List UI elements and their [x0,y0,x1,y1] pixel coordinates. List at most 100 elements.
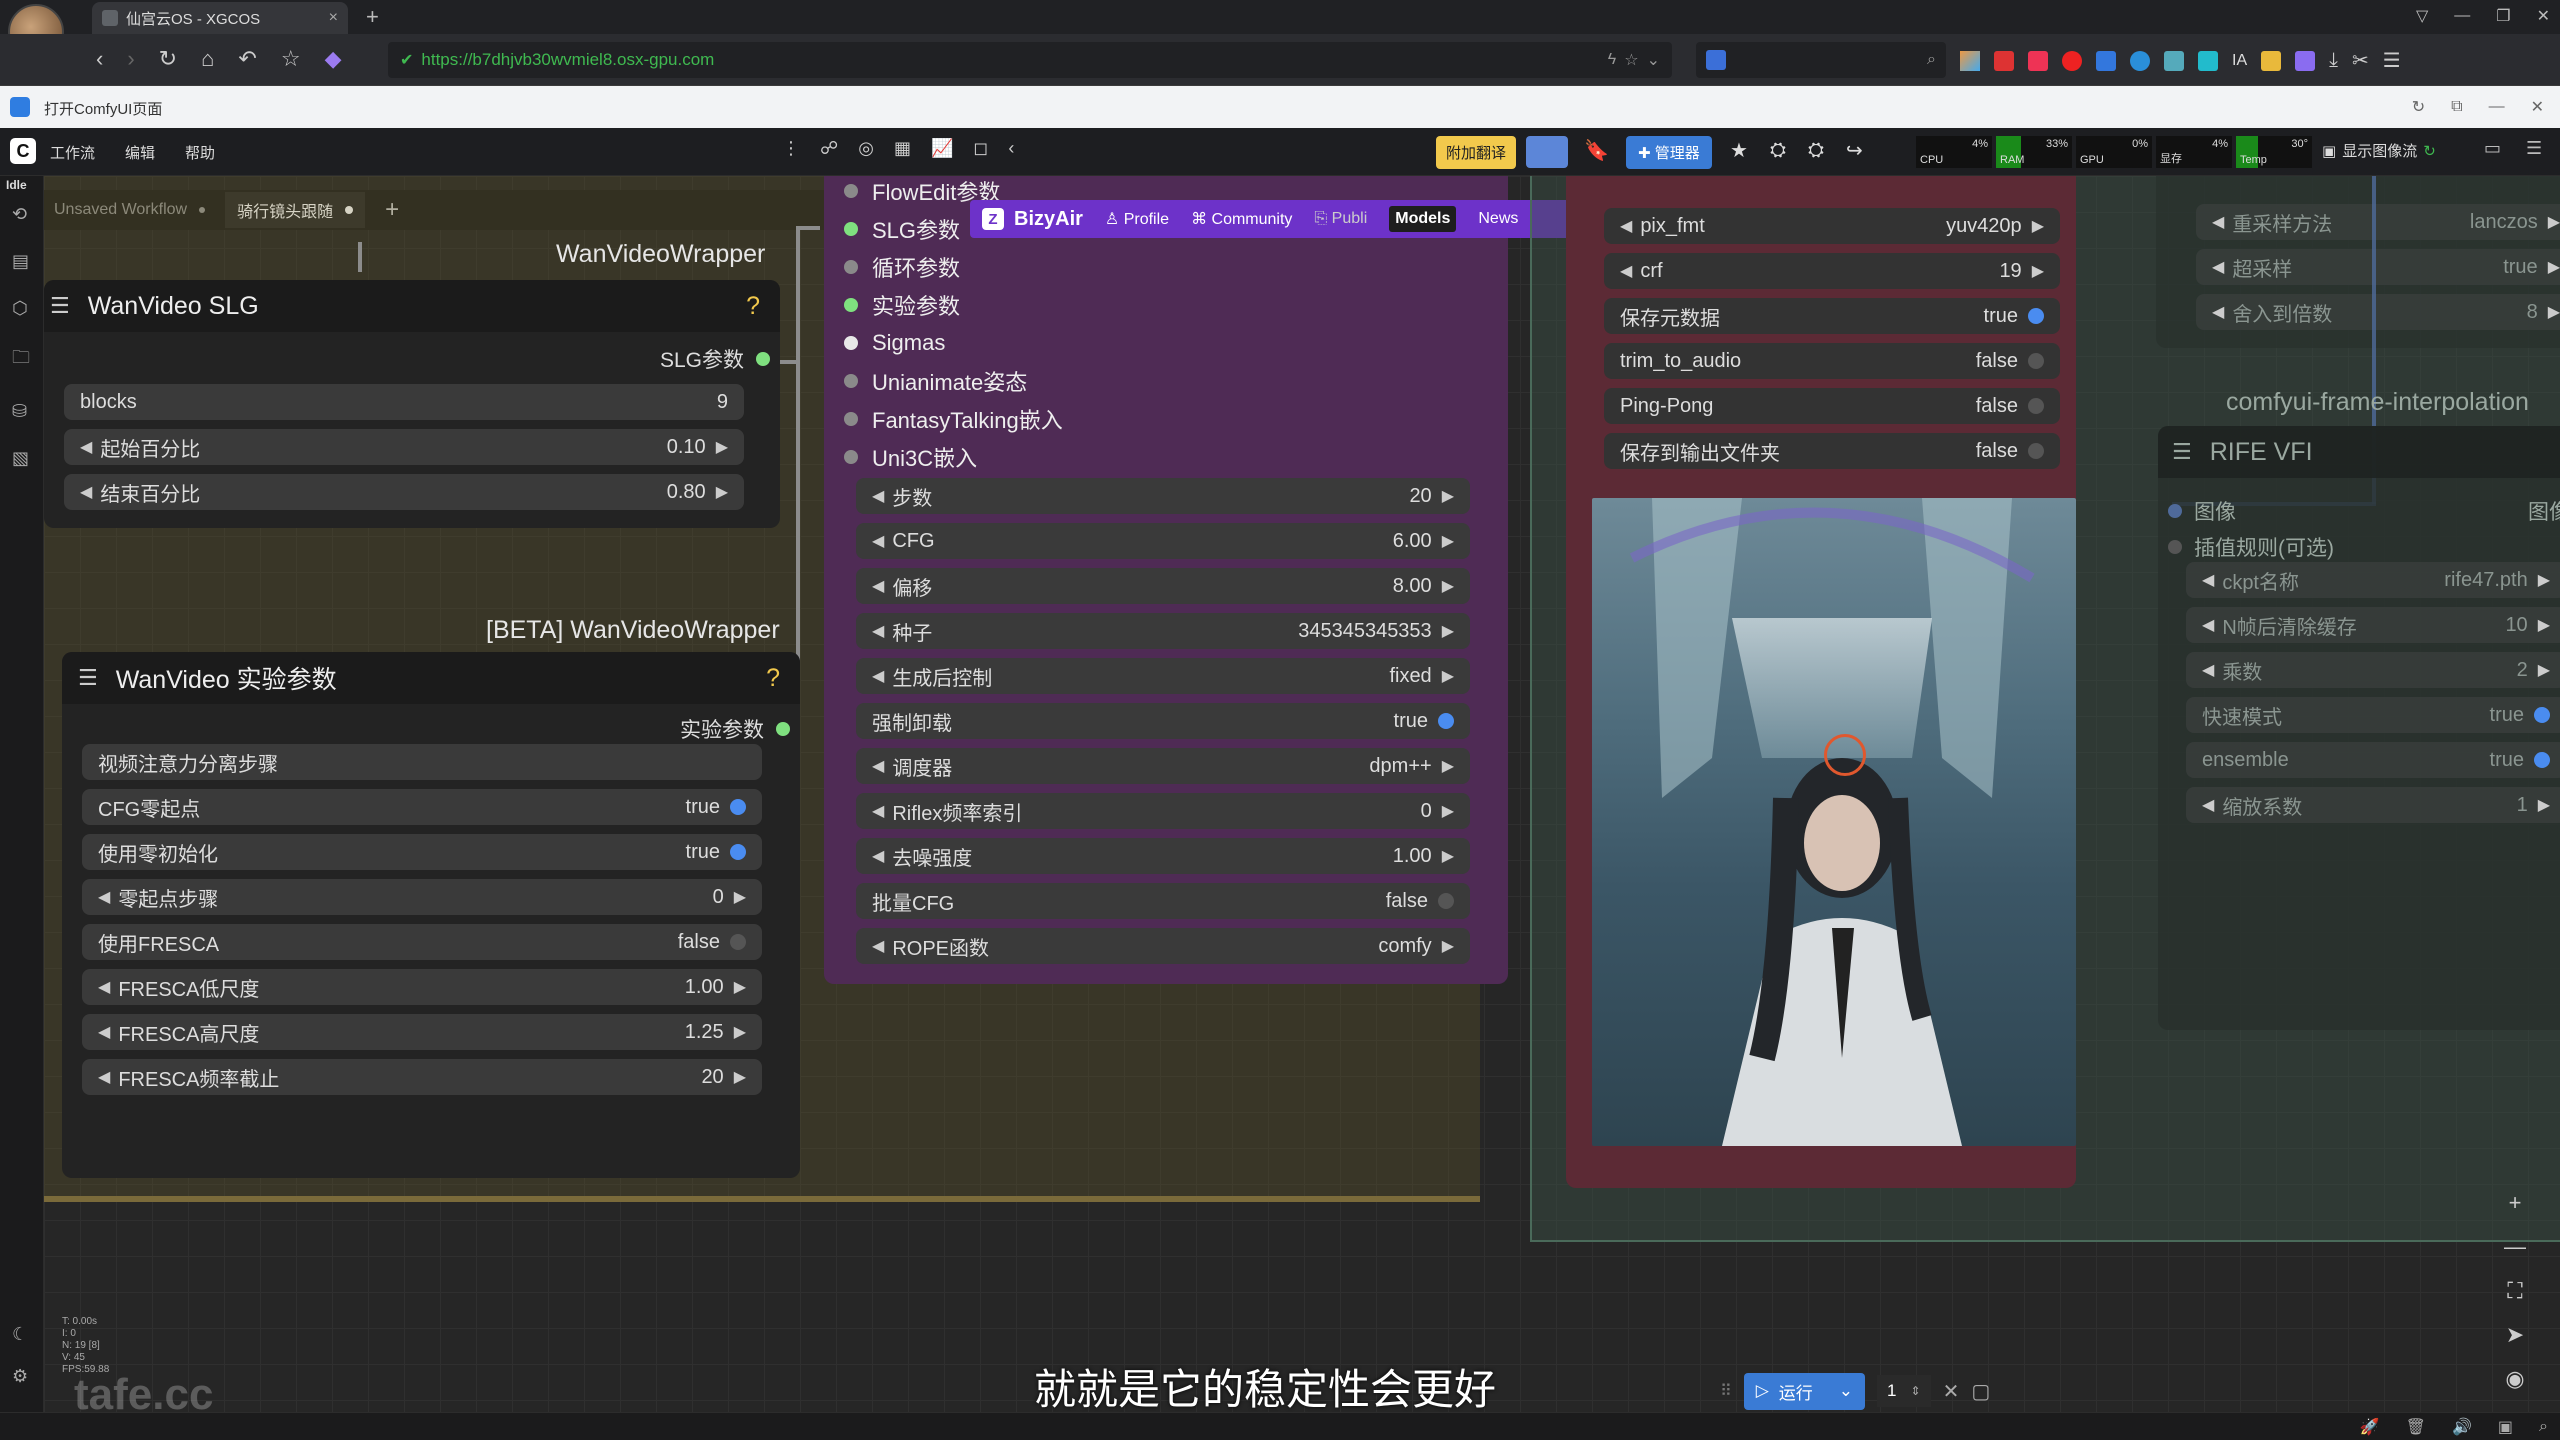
help-icon[interactable]: ? [766,664,780,693]
widget-row[interactable]: ◀ FRESCA高尺度 1.25 ▶ [82,1014,762,1050]
volume-icon[interactable]: 🔊 [2452,1417,2472,1437]
decrement-arrow-icon[interactable]: ◀ [2212,212,2224,232]
input-slot[interactable]: FantasyTalking嵌入 [844,400,1063,438]
star-icon[interactable]: ★ [1730,138,1748,163]
decrement-arrow-icon[interactable]: ◀ [872,531,884,551]
decrement-arrow-icon[interactable]: ◀ [1620,216,1632,236]
widget-row[interactable]: 视频注意力分离步骤 [82,744,762,780]
check-circle-icon[interactable]: ◎ [858,138,874,159]
url-field[interactable]: ✔ https://b7dhjvb30wvmiel8.osx-gpu.com ϟ… [388,42,1672,78]
increment-arrow-icon[interactable]: ▶ [1442,936,1454,956]
toggle-indicator-icon[interactable] [2028,398,2044,414]
menu-help[interactable]: 帮助 [185,142,215,163]
window-icon[interactable]: ▣ [2498,1417,2513,1437]
widget-row[interactable]: ◀ ckpt名称 rife47.pth ▶ [2186,562,2560,598]
toggle-indicator-icon[interactable] [2534,752,2550,768]
increment-arrow-icon[interactable]: ▶ [1442,621,1454,641]
theme-icon[interactable]: ☾ [12,1324,28,1345]
widget-row[interactable]: 保存元数据 true [1604,298,2060,334]
extension-icon[interactable]: ◆ [325,46,342,72]
decrement-arrow-icon[interactable]: ◀ [80,482,92,502]
toggle-indicator-icon[interactable] [730,799,746,815]
more-vertical-icon[interactable]: ⋮ [782,138,800,159]
increment-arrow-icon[interactable]: ▶ [1442,666,1454,686]
lightning-icon[interactable]: ϟ [1608,51,1616,69]
node-library-icon[interactable]: ⬡ [12,298,30,319]
popout-icon[interactable]: ⧉ [2451,98,2462,116]
decrement-arrow-icon[interactable]: ◀ [872,621,884,641]
toggle-indicator-icon[interactable] [2028,308,2044,324]
reload-icon[interactable]: ↻ [159,46,177,72]
download-icon[interactable]: ⤓ [2329,49,2338,72]
bizyair-profile[interactable]: ♙ Profile [1105,209,1169,229]
increment-arrow-icon[interactable]: ▶ [1442,486,1454,506]
node-menu-icon[interactable]: ☰ [50,293,70,319]
app-minimize-icon[interactable]: — [2489,98,2505,116]
node-title-bar[interactable]: ☰ RIFE VFI [2158,426,2560,478]
ext-translate-icon[interactable] [2261,50,2282,71]
favorite-icon[interactable]: ☆ [1624,50,1638,70]
increment-arrow-icon[interactable]: ▶ [2032,216,2044,236]
input-slot-rule[interactable]: 插值规则(可选) [2168,532,2334,562]
toggle-indicator-icon[interactable] [730,844,746,860]
collapse-icon[interactable]: ‹ [1008,138,1014,159]
widget-row[interactable]: 批量CFG false [856,883,1470,919]
decrement-arrow-icon[interactable]: ◀ [2202,795,2214,815]
input-socket[interactable] [844,336,858,350]
toggle-indicator-icon[interactable] [730,934,746,950]
zoom-in-icon[interactable]: + [2509,1190,2522,1216]
input-slot[interactable]: 循环参数 [844,248,1063,286]
graph-canvas[interactable]: Unsaved Workflow 骑行镜头跟随 + WanVideoWrappe… [44,176,2560,1419]
increment-arrow-icon[interactable]: ▶ [734,977,746,997]
tools-icon[interactable]: ✂ [2352,48,2369,73]
widget-row[interactable]: ◀ 结束百分比 0.80 ▶ [64,474,744,510]
input-socket[interactable] [2168,540,2182,554]
toggle-indicator-icon[interactable] [1438,893,1454,909]
node-rife-vfi[interactable]: ☰ RIFE VFI 图像 图像 插值规则(可选) ◀ ckpt名称 rife47.… [2158,426,2560,1030]
widget-row[interactable]: ◀ 去噪强度 1.00 ▶ [856,838,1470,874]
ext-edge-icon[interactable] [2130,50,2150,71]
bookmark-star-icon[interactable]: ☆ [281,46,301,72]
widget-row[interactable]: ◀ ROPE函数 comfy ▶ [856,928,1470,964]
bizyair-models[interactable]: Models [1389,206,1457,232]
increment-arrow-icon[interactable]: ▶ [2548,302,2560,322]
help-icon[interactable]: ? [746,292,760,321]
widget-row[interactable]: ◀ 缩放系数 1 ▶ [2186,787,2560,823]
run-dropdown-icon[interactable]: ⌄ [1839,1381,1853,1401]
increment-arrow-icon[interactable]: ▶ [2538,795,2550,815]
ext-ia-icon[interactable]: IA [2232,52,2247,70]
bizy-blue-button[interactable] [1526,136,1568,168]
decrement-arrow-icon[interactable]: ◀ [98,1067,110,1087]
widget-row[interactable]: ◀ CFG 6.00 ▶ [856,523,1470,559]
chevron-down-icon[interactable]: ⌄ [1647,50,1660,70]
widget-row[interactable]: ◀ 重采样方法 lanczos ▶ [2196,204,2560,240]
link-icon[interactable]: ☍ [820,138,838,159]
settings-icon[interactable]: ⚙ [12,1366,28,1387]
widget-row[interactable]: ◀ 调度器 dpm++ ▶ [856,748,1470,784]
input-slot[interactable]: Uni3C嵌入 [844,438,1063,476]
layout-icon[interactable]: ▦ [894,138,911,159]
back-icon[interactable]: ‹ [96,46,103,72]
show-image-flow-button[interactable]: ▣ 显示图像流 ↻ [2322,140,2436,161]
chart-icon[interactable]: 📈 [931,138,953,159]
node-video-combine[interactable]: ◀ pix_fmt yuv420p ▶ ◀ crf 19 ▶ 保存元数据 true trim_to_… [1566,176,2076,1188]
bizyair-news[interactable]: News [1478,210,1518,228]
menu-edit[interactable]: 编辑 [125,142,155,163]
widget-row[interactable]: ◀ 乘数 2 ▶ [2186,652,2560,688]
video-preview[interactable] [1592,498,2076,1146]
decrement-arrow-icon[interactable]: ◀ [80,437,92,457]
output-slot[interactable]: 实验参数 [680,714,790,744]
decrement-arrow-icon[interactable]: ◀ [2202,570,2214,590]
widget-row[interactable]: ◀ crf 19 ▶ [1604,253,2060,289]
widget-row[interactable]: ◀ FRESCA低尺度 1.00 ▶ [82,969,762,1005]
increment-arrow-icon[interactable]: ▶ [734,887,746,907]
widget-row[interactable]: ◀ 起始百分比 0.10 ▶ [64,429,744,465]
stepper-icon[interactable]: ⇕ [1911,1384,1921,1398]
minimize-icon[interactable]: — [2454,7,2470,25]
increment-arrow-icon[interactable]: ▶ [716,482,728,502]
increment-arrow-icon[interactable]: ▶ [2538,615,2550,635]
batch-count-input[interactable]: 1 ⇕ [1877,1375,1931,1407]
search-box[interactable]: ⌕ [1696,42,1946,78]
fit-view-icon[interactable]: ⛶ [2507,1278,2522,1304]
input-slot[interactable]: 实验参数 [844,286,1063,324]
